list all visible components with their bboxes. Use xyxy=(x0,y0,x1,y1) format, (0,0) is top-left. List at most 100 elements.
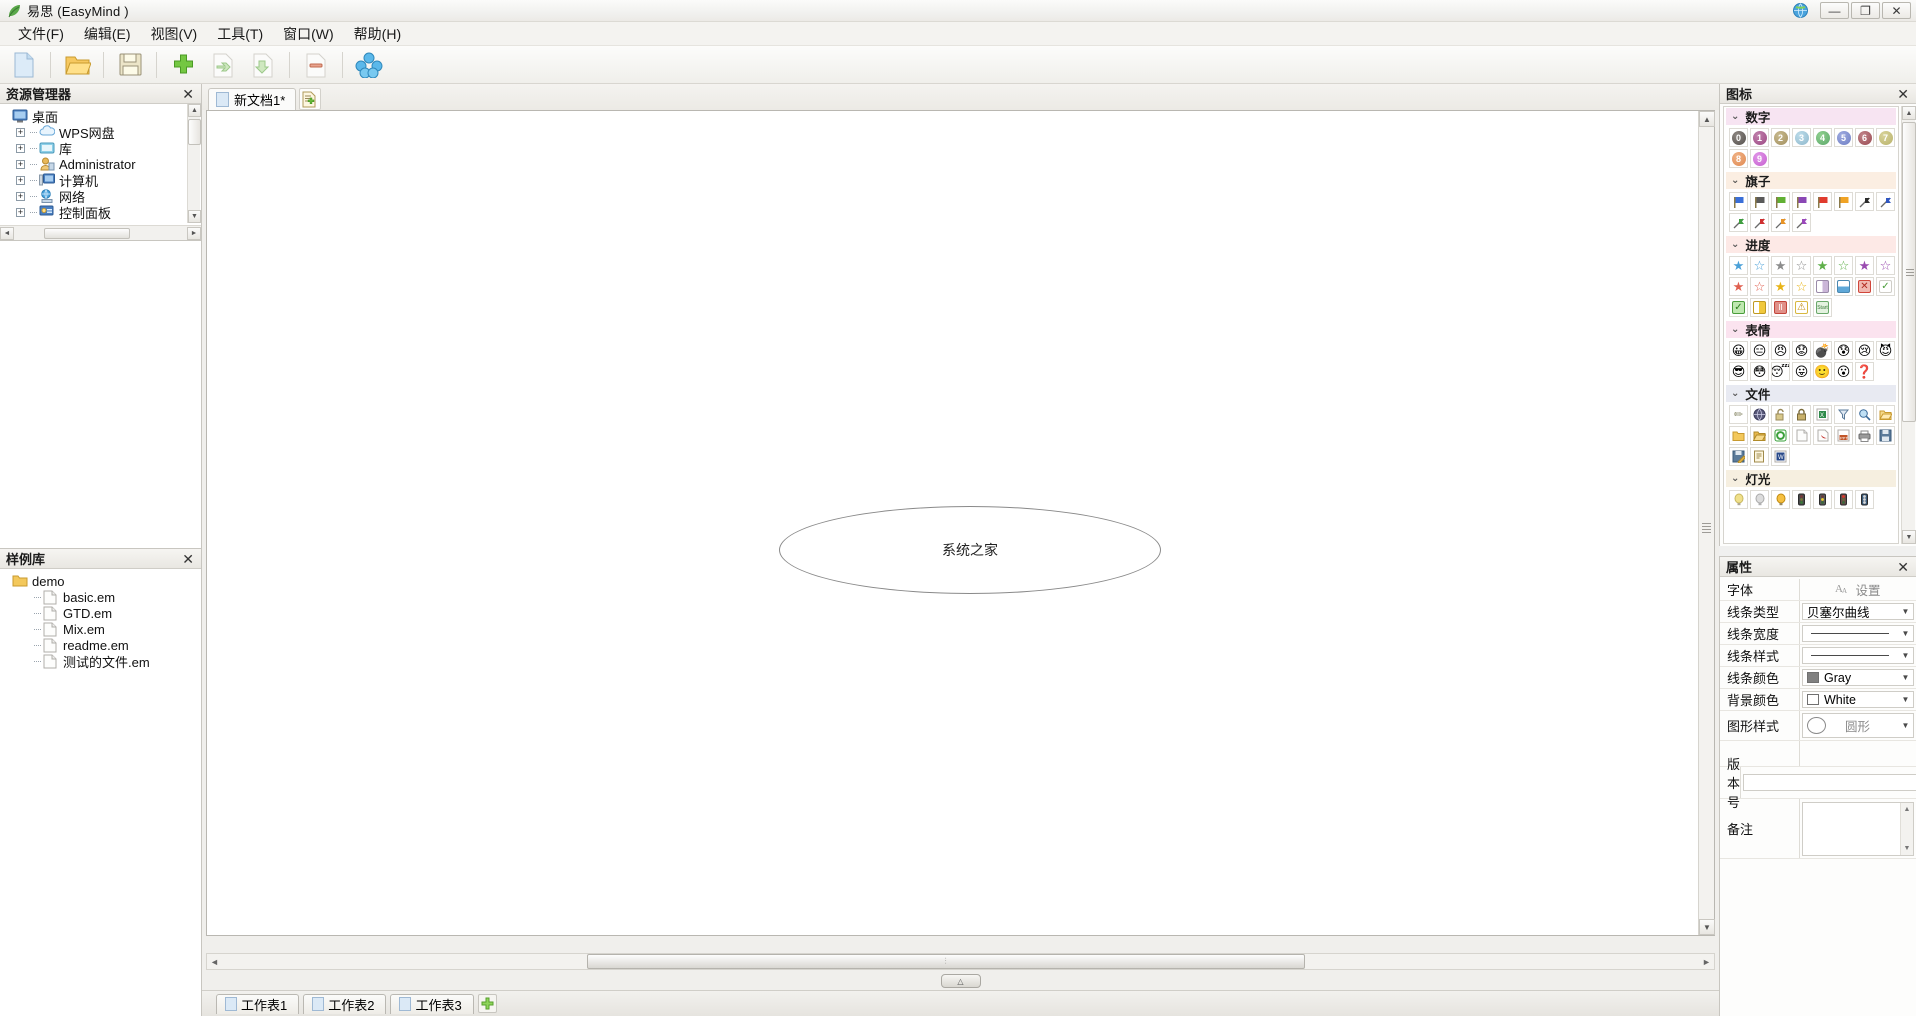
icon-printer[interactable] xyxy=(1855,426,1874,445)
menu-help[interactable]: 帮助(H) xyxy=(344,22,411,46)
property-value[interactable]: AA 设置 xyxy=(1800,579,1916,600)
property-value[interactable]: White ▼ xyxy=(1800,689,1916,710)
icon-category-numbers-header[interactable]: ⌄ 数字 xyxy=(1726,108,1896,125)
close-icon[interactable]: ✕ xyxy=(1894,560,1912,574)
icon-number-9[interactable]: 9 xyxy=(1750,149,1769,168)
icon-category-flags-header[interactable]: ⌄ 旗子 xyxy=(1726,172,1896,189)
chevron-down-icon[interactable]: ▼ xyxy=(1898,692,1913,707)
icon-emoji-worried[interactable]: 😟 xyxy=(1792,341,1811,360)
chevron-down-icon[interactable]: ▼ xyxy=(1898,718,1913,733)
icon-traffic-light-2[interactable] xyxy=(1813,490,1832,509)
icon-folder-closed[interactable] xyxy=(1729,426,1748,445)
icon-progress-yellow[interactable] xyxy=(1750,298,1769,317)
icon-star-green-full[interactable]: ★ xyxy=(1813,256,1832,275)
note-scrollbar[interactable]: ▲ ▼ xyxy=(1900,802,1913,855)
icon-bulb-gray[interactable] xyxy=(1750,490,1769,509)
open-button[interactable] xyxy=(59,49,95,81)
scroll-up-arrow-icon[interactable]: ▲ xyxy=(188,104,201,117)
property-value[interactable]: 圆形 ▼ xyxy=(1800,711,1916,740)
icon-floppy[interactable] xyxy=(1876,426,1895,445)
list-item[interactable]: basic.em xyxy=(4,589,201,605)
icon-pencil[interactable]: ✏ xyxy=(1729,405,1748,424)
icons-panel-vertical-scrollbar[interactable]: ▲ ▼ xyxy=(1901,106,1916,544)
icon-star-yellow-full[interactable]: ★ xyxy=(1771,277,1790,296)
icon-progress-quarter[interactable] xyxy=(1813,277,1832,296)
icon-emoji-angry[interactable]: 😠 xyxy=(1771,341,1790,360)
canvas-horizontal-scrollbar[interactable]: ◄ ⫶ ► xyxy=(206,953,1715,970)
icon-star-blue-full[interactable]: ★ xyxy=(1729,256,1748,275)
add-child-button[interactable] xyxy=(245,49,281,81)
property-value[interactable]: ▼ xyxy=(1800,623,1916,644)
minimize-button[interactable]: — xyxy=(1820,2,1849,19)
icon-star-purple-full[interactable]: ★ xyxy=(1855,256,1874,275)
icon-number-1[interactable]: 1 xyxy=(1750,128,1769,147)
icon-category-files-header[interactable]: ⌄ 文件 xyxy=(1726,385,1896,402)
chevron-down-icon[interactable]: ▼ xyxy=(1898,648,1913,663)
icon-star-blue-half[interactable]: ☆ xyxy=(1750,256,1769,275)
icon-number-7[interactable]: 7 xyxy=(1876,128,1895,147)
menu-window[interactable]: 窗口(W) xyxy=(273,22,344,46)
scrollbar-thumb[interactable]: ⫶ xyxy=(587,954,1305,969)
scrollbar-thumb[interactable] xyxy=(1902,122,1916,422)
tree-item-control-panel[interactable]: + 控制面板 xyxy=(4,204,201,221)
scroll-left-arrow-icon[interactable]: ◄ xyxy=(207,954,222,969)
panel-splitter-handle[interactable]: △ xyxy=(940,974,981,988)
globe-icon[interactable] xyxy=(1792,2,1809,19)
icon-emoji-devil[interactable]: 😈 xyxy=(1876,341,1895,360)
icon-number-5[interactable]: 5 xyxy=(1834,128,1853,147)
canvas-surface[interactable]: 系统之家 xyxy=(207,111,1698,935)
close-button[interactable]: ✕ xyxy=(1882,2,1911,19)
icon-check-green-filled[interactable]: ✓ xyxy=(1729,298,1748,317)
shape-style-select[interactable]: 圆形 ▼ xyxy=(1802,713,1914,738)
mindmap-canvas[interactable]: 系统之家 ▲ ▼ xyxy=(206,110,1715,936)
scroll-down-arrow-icon[interactable]: ▼ xyxy=(1902,530,1916,544)
icon-flag-gray[interactable] xyxy=(1750,192,1769,211)
tab-new-document-1[interactable]: 新文档1* xyxy=(208,88,297,110)
icon-emoji-smile[interactable]: 😀 xyxy=(1729,341,1748,360)
icon-pennant-orange[interactable] xyxy=(1771,213,1790,232)
sheet-tab-2[interactable]: 工作表2 xyxy=(303,993,387,1014)
sheet-tab-1[interactable]: 工作表1 xyxy=(216,993,300,1014)
icon-flag-red[interactable] xyxy=(1813,192,1832,211)
menu-file[interactable]: 文件(F) xyxy=(8,22,74,46)
new-document-tab-button[interactable] xyxy=(299,88,322,110)
chevron-down-icon[interactable]: ▼ xyxy=(1898,670,1913,685)
icon-traffic-light-4[interactable] xyxy=(1855,490,1874,509)
expander-icon[interactable]: + xyxy=(16,175,25,185)
icon-pdf[interactable] xyxy=(1813,426,1832,445)
icon-emoji-tongue[interactable]: 😛 xyxy=(1792,362,1811,381)
sheet-tab-3[interactable]: 工作表3 xyxy=(390,993,474,1014)
scrollbar-thumb[interactable] xyxy=(188,119,201,145)
icon-emoji-blush[interactable]: 😳 xyxy=(1750,362,1769,381)
explorer-horizontal-scrollbar[interactable]: ◄ ► xyxy=(0,225,201,240)
scroll-down-arrow-icon[interactable]: ▼ xyxy=(188,210,201,223)
line-color-select[interactable]: Gray ▼ xyxy=(1802,669,1914,686)
icon-category-lights-header[interactable]: ⌄ 灯光 xyxy=(1726,470,1896,487)
explorer-vertical-scrollbar[interactable]: ▲ ▼ xyxy=(187,104,201,223)
list-item[interactable]: Mix.em xyxy=(4,621,201,637)
scroll-up-arrow-icon[interactable]: ▲ xyxy=(1699,111,1715,127)
icon-number-0[interactable]: 0 xyxy=(1729,128,1748,147)
property-value[interactable]: Gray ▼ xyxy=(1800,667,1916,688)
note-textarea[interactable]: ▲ ▼ xyxy=(1802,801,1914,856)
icon-flag-orange[interactable] xyxy=(1834,192,1853,211)
icon-emoji-bomb[interactable]: 💣 xyxy=(1813,341,1832,360)
line-type-select[interactable]: 贝塞尔曲线 ▼ xyxy=(1802,603,1914,620)
list-item[interactable]: GTD.em xyxy=(4,605,201,621)
icon-pennant-purple[interactable] xyxy=(1792,213,1811,232)
icon-emoji-question[interactable]: ❓ xyxy=(1855,362,1874,381)
background-color-select[interactable]: White ▼ xyxy=(1802,691,1914,708)
close-icon[interactable]: ✕ xyxy=(179,87,197,101)
icon-traffic-light-1[interactable] xyxy=(1792,490,1811,509)
icon-number-6[interactable]: 6 xyxy=(1855,128,1874,147)
icon-emoji-neutral[interactable]: 😑 xyxy=(1750,341,1769,360)
chevron-down-icon[interactable]: ▼ xyxy=(1898,604,1913,619)
line-style-select[interactable]: ▼ xyxy=(1802,647,1914,664)
icon-emoji-sleep[interactable]: 😴 xyxy=(1771,362,1790,381)
icon-emoji-cry[interactable]: 😢 xyxy=(1855,341,1874,360)
icon-filter[interactable] xyxy=(1834,405,1853,424)
menu-view[interactable]: 视图(V) xyxy=(141,22,208,46)
add-node-button[interactable] xyxy=(165,49,201,81)
scroll-right-arrow-icon[interactable]: ► xyxy=(187,226,201,240)
list-item[interactable]: demo xyxy=(4,573,201,589)
